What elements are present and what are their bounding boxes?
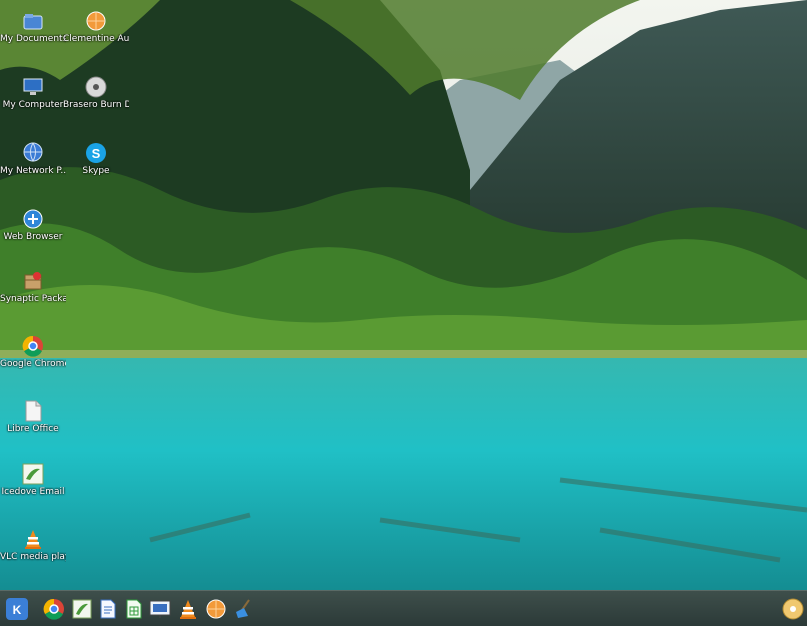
skype-icon: S — [85, 142, 107, 164]
taskbar-writer-button[interactable] — [96, 597, 120, 621]
writer-icon — [100, 599, 116, 619]
mail-icon — [72, 599, 92, 619]
taskbar-clementine-button[interactable] — [204, 597, 228, 621]
calc-icon — [126, 599, 142, 619]
taskbar-icedove-button[interactable] — [70, 597, 94, 621]
desktop-icon-clementine[interactable]: Clementine Audio Pl... — [63, 10, 129, 44]
disc-icon — [782, 598, 804, 620]
mail-icon — [22, 463, 44, 485]
desktop-icon-skype[interactable]: S Skype — [63, 142, 129, 176]
vlc-icon — [180, 600, 196, 619]
browser-icon — [22, 208, 44, 230]
taskbar-cleaner-button[interactable] — [231, 597, 255, 621]
broom-icon — [236, 599, 250, 618]
document-icon — [22, 400, 44, 422]
desktop-icon-brasero[interactable]: Brasero Burn DVDs — [63, 76, 129, 110]
desktop-icon-synaptic[interactable]: Synaptic Package ... — [0, 270, 66, 304]
desktop-icon-vlc[interactable]: VLC media player — [0, 528, 66, 562]
taskbar-vlc-button[interactable] — [176, 597, 200, 621]
network-icon — [22, 142, 44, 164]
desktop-icon-google-chrome[interactable]: Google Chrome — [0, 335, 66, 369]
computer-icon — [22, 76, 44, 98]
desktop[interactable]: My Documents Clementine Audio Pl... My C… — [0, 0, 807, 590]
vlc-icon — [22, 528, 44, 550]
orange-icon — [206, 599, 226, 619]
impress-icon — [149, 600, 171, 618]
start-menu-button[interactable]: K — [5, 597, 29, 621]
desktop-icon-my-documents[interactable]: My Documents — [0, 10, 66, 44]
desktop-icon-icedove[interactable]: Icedove Email — [0, 463, 66, 497]
chrome-icon — [43, 598, 64, 620]
kde-start-icon: K — [6, 598, 28, 620]
folder-icon — [22, 10, 44, 32]
svg-text:K: K — [13, 603, 22, 617]
disc-icon — [85, 76, 107, 98]
taskbar: K — [0, 590, 807, 626]
desktop-icon-my-computer[interactable]: My Computer — [0, 76, 66, 110]
svg-text:S: S — [92, 146, 101, 161]
desktop-icon-my-network[interactable]: My Network P... — [0, 142, 66, 176]
orange-icon — [85, 10, 107, 32]
package-icon — [22, 270, 44, 292]
taskbar-impress-button[interactable] — [148, 597, 172, 621]
desktop-icon-libre-office[interactable]: Libre Office — [0, 400, 66, 434]
taskbar-calc-button[interactable] — [122, 597, 146, 621]
tray-disc-button[interactable] — [781, 597, 805, 621]
chrome-icon — [22, 335, 44, 357]
taskbar-chrome-button[interactable] — [42, 597, 66, 621]
desktop-icon-web-browser[interactable]: Web Browser — [0, 208, 66, 242]
